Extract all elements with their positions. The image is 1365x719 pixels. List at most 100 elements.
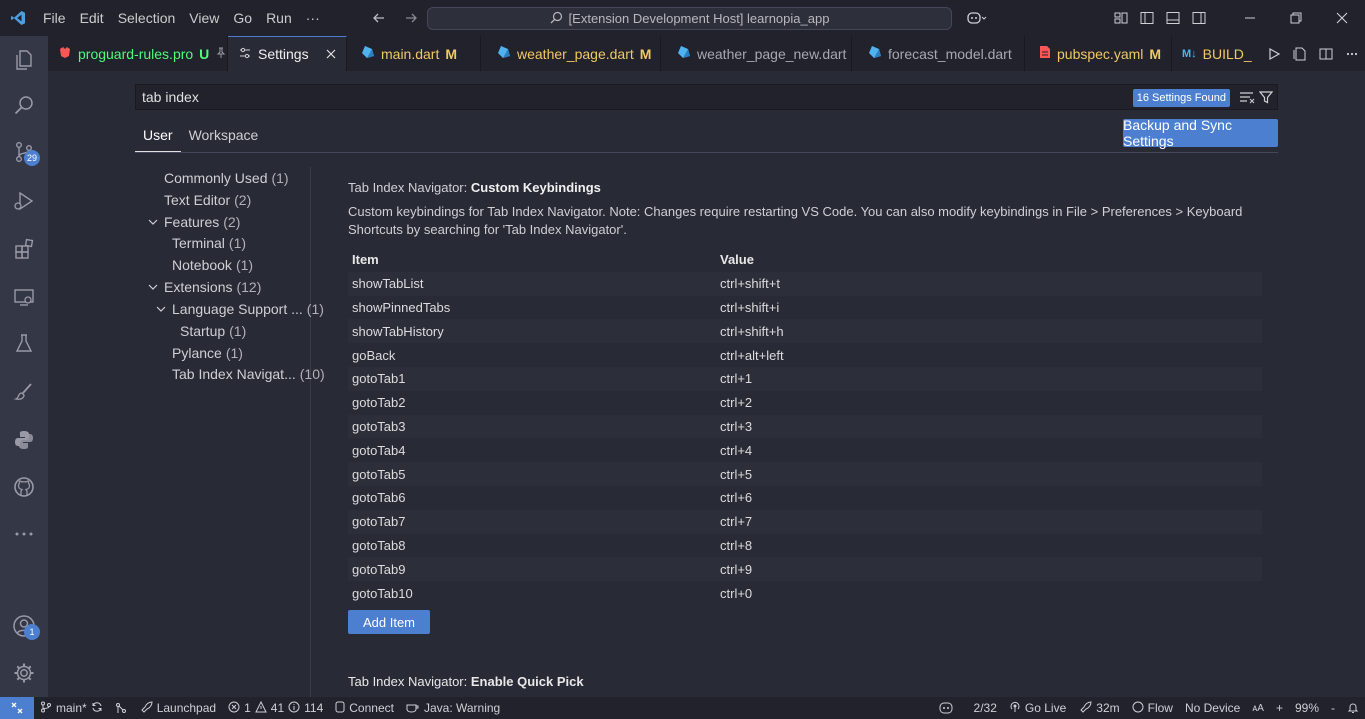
search-view-icon[interactable] — [0, 81, 48, 129]
manage-gear-icon[interactable] — [0, 649, 48, 697]
remote-indicator-icon[interactable] — [0, 697, 34, 719]
tab-proguard-rules[interactable]: proguard-rules.pro U — [48, 36, 228, 71]
table-row[interactable]: showTabHistory ctrl+shift+h — [348, 319, 1262, 344]
git-graph-icon[interactable] — [109, 697, 133, 719]
extensions-icon[interactable] — [0, 225, 48, 273]
table-row[interactable]: gotoTab3 ctrl+3 — [348, 414, 1262, 439]
tab-workspace[interactable]: Workspace — [181, 122, 267, 152]
tab-weather-page[interactable]: weather_page.dart M — [481, 36, 661, 71]
launchpad-button[interactable]: Launchpad — [133, 697, 222, 719]
github-icon[interactable] — [0, 463, 48, 511]
back-arrow-icon[interactable] — [368, 7, 390, 29]
tab-user[interactable]: User — [135, 122, 181, 152]
toggle-primary-sidebar-icon[interactable] — [1134, 0, 1160, 36]
table-row[interactable]: showPinnedTabs ctrl+shift+i — [348, 296, 1262, 320]
menu-bar: File Edit Selection View Go Run ··· — [36, 0, 327, 36]
layout-customize-icon[interactable] — [1108, 0, 1134, 36]
open-changes-icon[interactable] — [1287, 36, 1313, 71]
notifications-bell-icon[interactable] — [1341, 697, 1365, 719]
toc-tab-index-navigator[interactable]: Tab Index Navigat... (10) — [172, 363, 325, 385]
menu-selection[interactable]: Selection — [111, 0, 183, 36]
table-row[interactable]: gotoTab9 ctrl+9 — [348, 557, 1262, 582]
table-row[interactable]: gotoTab10 ctrl+0 — [348, 581, 1262, 605]
copilot-status-icon[interactable] — [932, 697, 960, 719]
close-window-icon[interactable] — [1319, 0, 1365, 36]
device-selector[interactable]: No Device — [1179, 697, 1246, 719]
toggle-panel-icon[interactable] — [1160, 0, 1186, 36]
run-file-icon[interactable] — [1261, 36, 1287, 71]
table-row[interactable]: gotoTab6 ctrl+6 — [348, 486, 1262, 510]
table-row[interactable]: goBack ctrl+alt+left — [348, 343, 1262, 367]
toc-extensions[interactable]: Extensions (12) — [146, 276, 261, 298]
close-tab-icon[interactable] — [326, 46, 336, 62]
accounts-icon[interactable]: 1 — [0, 602, 48, 650]
connect-button[interactable]: Connect — [329, 697, 400, 719]
restore-icon[interactable] — [1273, 0, 1319, 36]
table-row[interactable]: gotoTab5 ctrl+5 — [348, 462, 1262, 486]
zoom-in-icon[interactable]: + — [1270, 697, 1289, 719]
table-row[interactable]: gotoTab1 ctrl+1 — [348, 366, 1262, 391]
table-row[interactable]: gotoTab2 ctrl+2 — [348, 391, 1262, 415]
settings-search-input[interactable]: tab index 16 Settings Found — [135, 84, 1278, 110]
problems-indicator[interactable]: 1 41 114 — [222, 697, 329, 719]
menu-run[interactable]: Run — [259, 0, 299, 36]
remote-explorer-icon[interactable] — [0, 273, 48, 321]
cursor-position[interactable]: 2/32 — [960, 697, 1003, 719]
go-live-button[interactable]: Go Live — [1003, 697, 1072, 719]
toc-text-editor[interactable]: Text Editor (2) — [164, 189, 251, 211]
tab-build[interactable]: M↓ BUILD_ — [1172, 36, 1252, 71]
toc-features[interactable]: Features (2) — [146, 211, 240, 233]
tab-pubspec[interactable]: pubspec.yaml M — [1025, 36, 1172, 71]
table-row[interactable]: showTabList ctrl+shift+t — [348, 271, 1262, 296]
toc-startup[interactable]: Startup (1) — [180, 320, 246, 342]
menu-more[interactable]: ··· — [299, 0, 327, 36]
tab-settings[interactable]: Settings — [228, 36, 347, 71]
toggle-secondary-sidebar-icon[interactable] — [1186, 0, 1212, 36]
java-status[interactable]: Java: Warning — [400, 697, 506, 719]
add-item-button[interactable]: Add Item — [348, 610, 430, 634]
backup-sync-button[interactable]: Backup and Sync Settings — [1123, 117, 1278, 149]
more-actions-icon[interactable] — [1339, 36, 1365, 71]
python-icon[interactable] — [0, 416, 48, 464]
toc-language-support[interactable]: Language Support ... (1) — [154, 298, 324, 320]
menu-view[interactable]: View — [182, 0, 226, 36]
branch-indicator[interactable]: main* — [34, 697, 109, 719]
run-debug-icon[interactable] — [0, 177, 48, 225]
menu-file[interactable]: File — [36, 0, 73, 36]
menu-go[interactable]: Go — [226, 0, 259, 36]
table-row[interactable]: gotoTab8 ctrl+8 — [348, 534, 1262, 558]
filter-icon[interactable] — [1258, 90, 1274, 107]
source-control-icon[interactable]: 29 — [0, 128, 48, 176]
copilot-icon[interactable] — [964, 0, 990, 36]
dart-file-icon — [361, 45, 375, 62]
font-size-icon[interactable]: ᴀA — [1246, 697, 1270, 719]
tab-main-dart[interactable]: main.dart M — [347, 36, 481, 71]
zoom-level[interactable]: 99% — [1289, 697, 1325, 719]
zoom-out-icon[interactable]: - — [1325, 697, 1341, 719]
pin-icon[interactable] — [215, 46, 227, 62]
tab-forecast-model[interactable]: forecast_model.dart — [852, 36, 1025, 71]
sync-icon[interactable] — [91, 701, 103, 716]
toc-terminal[interactable]: Terminal (1) — [172, 232, 246, 254]
time-tracker[interactable]: 32m — [1072, 697, 1125, 719]
explorer-icon[interactable] — [0, 36, 48, 84]
split-editor-icon[interactable] — [1313, 36, 1339, 71]
command-center[interactable]: [Extension Development Host] learnopia_a… — [427, 7, 952, 30]
clear-filter-icon[interactable] — [1239, 90, 1255, 107]
toc-commonly-used[interactable]: Commonly Used (1) — [164, 167, 289, 189]
toc-pylance[interactable]: Pylance (1) — [172, 342, 243, 364]
row-item: showTabList — [352, 276, 424, 292]
table-row[interactable]: gotoTab7 ctrl+7 — [348, 509, 1262, 534]
toc-notebook[interactable]: Notebook (1) — [172, 254, 253, 276]
more-views-icon[interactable] — [0, 510, 48, 558]
table-row[interactable]: gotoTab4 ctrl+4 — [348, 438, 1262, 462]
brush-icon[interactable] — [0, 368, 48, 416]
forward-arrow-icon[interactable] — [400, 7, 422, 29]
tab-status: M — [445, 45, 458, 62]
testing-icon[interactable] — [0, 320, 48, 368]
tab-weather-page-new[interactable]: weather_page_new.dart — [661, 36, 852, 71]
menu-edit[interactable]: Edit — [73, 0, 111, 36]
row-value: ctrl+4 — [720, 442, 753, 458]
flow-indicator[interactable]: Flow — [1126, 697, 1179, 719]
minimize-icon[interactable] — [1227, 0, 1273, 36]
